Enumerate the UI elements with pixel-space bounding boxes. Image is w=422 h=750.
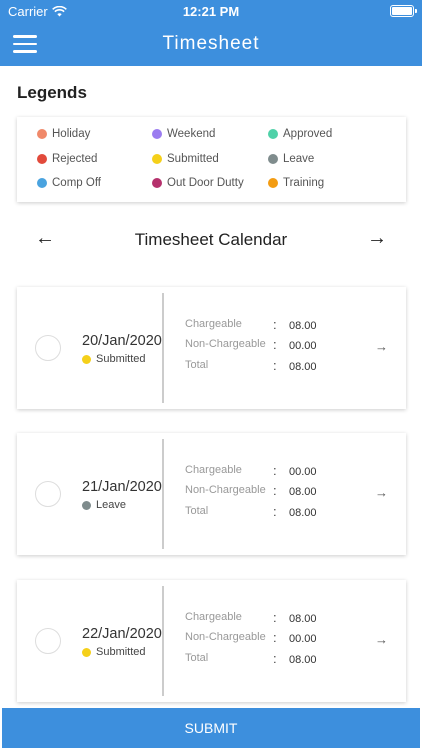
legend-label: Leave bbox=[283, 153, 315, 165]
hours-separator: : bbox=[273, 651, 277, 666]
status-time: 12:21 PM bbox=[182, 4, 240, 19]
arrow-right-icon[interactable]: → bbox=[366, 228, 388, 250]
legend-item: Holiday bbox=[37, 128, 90, 140]
status-color-dot bbox=[82, 500, 91, 510]
hours-value: 00.00 bbox=[289, 340, 317, 352]
legend-item: Leave bbox=[268, 153, 314, 165]
hours-label: Non-Chargeable bbox=[185, 631, 266, 643]
hours-value: 00.00 bbox=[289, 633, 317, 645]
card-divider bbox=[162, 586, 164, 696]
app-header: Carrier 12:21 PM Timesheet bbox=[0, 0, 422, 66]
legend-card: Holiday Weekend Approved Rejected Submitted L… bbox=[17, 117, 406, 202]
day-status: Submitted bbox=[82, 646, 146, 658]
day-card[interactable]: 20/Jan/2020 Submitted Chargeable:08.00 Non-… bbox=[17, 287, 406, 409]
status-label: Leave bbox=[96, 499, 126, 511]
day-date: 20/Jan/2020 bbox=[82, 333, 162, 349]
day-date: 21/Jan/2020 bbox=[82, 479, 162, 495]
submit-button[interactable]: SUBMIT bbox=[2, 708, 420, 748]
legend-color-dot bbox=[37, 129, 47, 139]
day-status: Leave bbox=[82, 499, 126, 511]
arrow-right-icon[interactable]: → bbox=[375, 339, 388, 354]
legend-color-dot bbox=[152, 129, 162, 139]
card-divider bbox=[162, 439, 164, 549]
hours-label: Chargeable bbox=[185, 611, 242, 623]
legend-color-dot bbox=[152, 154, 162, 164]
legend-label: Submitted bbox=[167, 153, 219, 165]
legend-label: Approved bbox=[283, 128, 333, 140]
status-color-dot bbox=[82, 647, 91, 657]
legend-label: Weekend bbox=[167, 128, 216, 140]
hours-label: Non-Chargeable bbox=[185, 338, 266, 350]
legend-item: Weekend bbox=[152, 128, 215, 140]
hours-label: Chargeable bbox=[185, 318, 242, 330]
hours-label: Chargeable bbox=[185, 464, 242, 476]
hours-separator: : bbox=[273, 504, 277, 519]
legend-label: Comp Off bbox=[52, 177, 101, 189]
legend-item: Training bbox=[268, 177, 324, 189]
status-bar: Carrier 12:21 PM bbox=[0, 0, 422, 22]
legends-heading: Legends bbox=[17, 83, 87, 102]
hours-separator: : bbox=[273, 483, 277, 498]
day-select-radio[interactable] bbox=[35, 335, 61, 361]
day-status: Submitted bbox=[82, 353, 146, 365]
hours-value: 00.00 bbox=[289, 466, 317, 478]
legend-color-dot bbox=[268, 129, 278, 139]
hours-value: 08.00 bbox=[289, 361, 317, 373]
legend-label: Holiday bbox=[52, 128, 91, 140]
status-label: Submitted bbox=[96, 646, 146, 658]
hours-separator: : bbox=[273, 610, 277, 625]
legend-color-dot bbox=[37, 154, 47, 164]
hours-label: Total bbox=[185, 652, 209, 664]
nav-bar: Timesheet bbox=[0, 26, 422, 62]
day-card[interactable]: 22/Jan/2020 Submitted Chargeable:08.00 Non-… bbox=[17, 580, 406, 702]
arrow-right-icon[interactable]: → bbox=[375, 632, 388, 647]
hours-separator: : bbox=[273, 358, 277, 373]
status-label: Submitted bbox=[96, 353, 146, 365]
legend-color-dot bbox=[37, 178, 47, 188]
legend-label: Training bbox=[283, 177, 325, 189]
card-divider bbox=[162, 293, 164, 403]
legend-color-dot bbox=[152, 178, 162, 188]
day-date: 22/Jan/2020 bbox=[82, 626, 162, 642]
hours-separator: : bbox=[273, 337, 277, 352]
hours-label: Non-Chargeable bbox=[185, 484, 266, 496]
legend-item: Submitted bbox=[152, 153, 219, 165]
legend-label: Out Door Dutty bbox=[167, 177, 244, 189]
hours-value: 08.00 bbox=[289, 507, 317, 519]
hours-label: Total bbox=[185, 359, 209, 371]
hours-value: 08.00 bbox=[289, 613, 317, 625]
legend-color-dot bbox=[268, 178, 278, 188]
hours-value: 08.00 bbox=[289, 486, 317, 498]
legend-item: Approved bbox=[268, 128, 332, 140]
calendar-header: ← Timesheet Calendar → bbox=[0, 220, 422, 260]
hours-separator: : bbox=[273, 317, 277, 332]
status-color-dot bbox=[82, 354, 91, 364]
arrow-right-icon[interactable]: → bbox=[375, 485, 388, 500]
hours-value: 08.00 bbox=[289, 320, 317, 332]
day-select-radio[interactable] bbox=[35, 481, 61, 507]
legend-item: Rejected bbox=[37, 153, 97, 165]
legend-item: Comp Off bbox=[37, 177, 101, 189]
day-card[interactable]: 21/Jan/2020 Leave Chargeable:00.00 Non-Char… bbox=[17, 433, 406, 555]
calendar-title: Timesheet Calendar bbox=[134, 230, 288, 249]
hours-separator: : bbox=[273, 463, 277, 478]
hours-separator: : bbox=[273, 630, 277, 645]
page-title: Timesheet bbox=[162, 33, 260, 54]
battery-icon bbox=[390, 5, 417, 17]
hours-label: Total bbox=[185, 505, 209, 517]
legend-color-dot bbox=[268, 154, 278, 164]
day-select-radio[interactable] bbox=[35, 628, 61, 654]
hours-value: 08.00 bbox=[289, 654, 317, 666]
legend-item: Out Door Dutty bbox=[152, 177, 244, 189]
legend-label: Rejected bbox=[52, 153, 98, 165]
